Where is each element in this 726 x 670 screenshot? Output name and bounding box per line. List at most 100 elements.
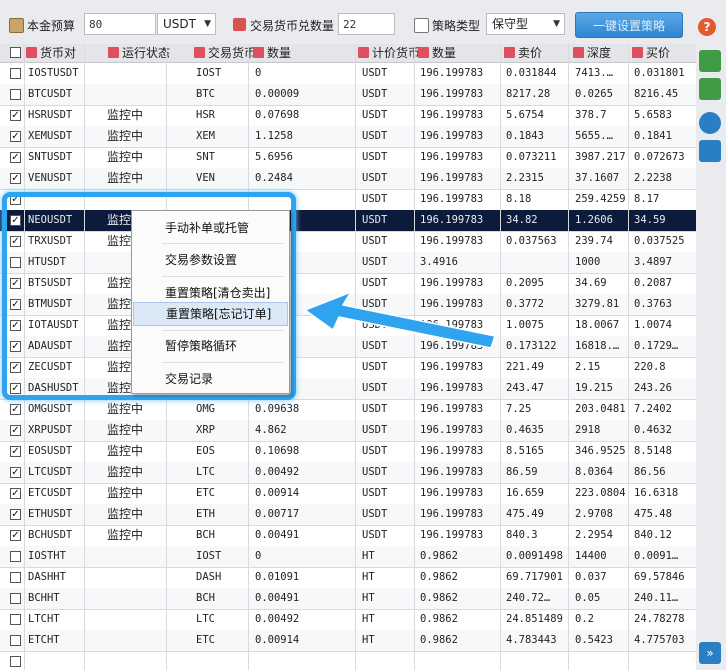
table-icon[interactable] <box>699 78 721 100</box>
qty-cell: 0.07698 <box>255 109 300 121</box>
table-row[interactable]: ✓ OMGUSDT 监控中 OMG 0.09638 USDT 196.199783 7.25 2… <box>0 399 696 421</box>
row-checkbox[interactable]: ✓ <box>10 131 21 142</box>
list-icon[interactable] <box>699 140 721 162</box>
table-row[interactable]: ✓ LTCUSDT 监控中 LTC 0.00492 USDT 196.199783 86.59… <box>0 462 696 484</box>
quote-qty-cell: 196.199783 <box>420 193 484 205</box>
budget-icon <box>9 18 24 33</box>
row-checkbox[interactable]: ✓ <box>10 425 21 436</box>
one-click-setup-button[interactable]: 一键设置策略 <box>575 12 683 38</box>
bid-cell: 5.6583 <box>634 109 672 121</box>
bid-cell: 0.4632 <box>634 424 672 436</box>
column-header[interactable]: 货币对 <box>26 44 76 62</box>
status-cell <box>107 609 187 630</box>
column-header[interactable]: 计价货币 <box>358 44 420 62</box>
depth-cell: 14400 <box>575 550 607 562</box>
depth-cell: 2918 <box>575 424 601 436</box>
quote-cell: USDT <box>362 214 388 226</box>
table-row[interactable]: DASHHT DASH 0.01091 HT 0.9862 69.717901 0.037 6… <box>0 567 696 589</box>
status-cell: 监控中 <box>107 171 144 185</box>
menu-item-trade-params[interactable]: 交易参数设置 <box>133 248 288 272</box>
column-header[interactable]: 运行状态 <box>108 44 170 62</box>
row-checkbox[interactable]: ✓ <box>10 446 21 457</box>
info-icon[interactable] <box>699 112 721 134</box>
table-row[interactable]: ✓ EOSUSDT 监控中 EOS 0.10698 USDT 196.199783 8.516… <box>0 441 696 463</box>
expand-icon[interactable]: » <box>699 642 721 664</box>
table-row[interactable]: ✓ XRPUSDT 监控中 XRP 4.862 USDT 196.199783 0.4635 2… <box>0 420 696 442</box>
row-checkbox[interactable] <box>10 656 21 667</box>
column-header[interactable]: 数量 <box>418 44 456 62</box>
row-checkbox[interactable] <box>10 614 21 625</box>
column-header[interactable]: 卖价 <box>504 44 542 62</box>
table-row[interactable]: ETCHT ETC 0.00914 HT 0.9862 4.783443 0.5423 4.7… <box>0 630 696 652</box>
row-checkbox[interactable]: ✓ <box>10 530 21 541</box>
table-row[interactable] <box>0 651 696 670</box>
coin-count-input[interactable]: 22 <box>338 13 395 35</box>
coin-cell: BTC <box>196 88 215 100</box>
help-icon[interactable]: ? <box>698 18 716 36</box>
table-row[interactable]: IOSTHT IOST 0 HT 0.9862 0.0091498 14400 0.0091… <box>0 546 696 568</box>
column-icon <box>573 47 584 58</box>
row-checkbox[interactable]: ✓ <box>10 509 21 520</box>
table-row[interactable]: ✓ SNTUSDT 监控中 SNT 5.6956 USDT 196.199783 0.0732… <box>0 147 696 169</box>
column-header[interactable]: 交易货币 <box>194 44 256 62</box>
context-menu: 手动补单或托管 交易参数设置 重置策略[清仓卖出] 重置策略[忘记订单] 暂停策… <box>131 210 290 394</box>
currency-select[interactable]: USDT ▼ <box>157 13 216 35</box>
row-checkbox[interactable] <box>10 635 21 646</box>
bid-cell: 24.78278 <box>634 613 685 625</box>
column-icon <box>358 47 369 58</box>
table-row[interactable]: ✓ XEMUSDT 监控中 XEM 1.1258 USDT 196.199783 0.1843… <box>0 126 696 148</box>
quote-cell: USDT <box>362 361 388 373</box>
coin-cell: ETC <box>196 634 215 646</box>
pair-cell: XRPUSDT <box>28 424 73 436</box>
table-row[interactable]: ✓ HSRUSDT 监控中 HSR 0.07698 USDT 196.199783 5.675… <box>0 105 696 127</box>
select-all-checkbox[interactable] <box>10 47 21 58</box>
depth-cell: 2.2954 <box>575 529 613 541</box>
capital-input[interactable]: 80 <box>84 13 156 35</box>
bid-cell: 220.8 <box>634 361 666 373</box>
column-header[interactable]: 买价 <box>632 44 670 62</box>
status-cell: 监控中 <box>107 465 144 479</box>
pair-cell: DASHHT <box>28 571 66 583</box>
chevron-down-icon: ▼ <box>553 19 560 29</box>
row-checkbox[interactable] <box>10 68 21 79</box>
row-checkbox[interactable] <box>10 551 21 562</box>
menu-item-trade-history[interactable]: 交易记录 <box>133 367 288 391</box>
quote-qty-cell: 196.199783 <box>420 529 484 541</box>
row-checkbox[interactable]: ✓ <box>10 467 21 478</box>
menu-item-reset-forget-orders[interactable]: 重置策略[忘记订单] <box>133 302 288 326</box>
row-checkbox[interactable]: ✓ <box>10 488 21 499</box>
row-checkbox[interactable]: ✓ <box>10 404 21 415</box>
chart-icon[interactable] <box>699 50 721 72</box>
qty-cell: 0.00717 <box>255 508 300 520</box>
row-checkbox[interactable]: ✓ <box>10 173 21 184</box>
chevron-down-icon: ▼ <box>204 19 211 29</box>
menu-item-pause-loop[interactable]: 暂停策略循环 <box>133 334 288 358</box>
table-row[interactable]: BCHHT BCH 0.00491 HT 0.9862 240.72… 0.05 240.11… <box>0 588 696 610</box>
table-row[interactable]: IOSTUSDT IOST 0 USDT 196.199783 0.031844 7413.… <box>0 63 696 85</box>
menu-item-manual-order[interactable]: 手动补单或托管 <box>133 216 288 240</box>
column-header[interactable]: 数量 <box>253 44 291 62</box>
row-checkbox[interactable] <box>10 572 21 583</box>
column-header-label: 运行状态 <box>122 46 171 60</box>
table-row[interactable]: LTCHT LTC 0.00492 HT 0.9862 24.851489 0.2 24.78… <box>0 609 696 631</box>
table-row[interactable]: ✓ ETHUSDT 监控中 ETH 0.00717 USDT 196.199783 475.4… <box>0 504 696 526</box>
table-row[interactable]: ✓ BCHUSDT 监控中 BCH 0.00491 USDT 196.199783 840.3… <box>0 525 696 547</box>
quote-cell: USDT <box>362 445 388 457</box>
table-row[interactable]: ✓ ETCUSDT 监控中 ETC 0.00914 USDT 196.199783 16.65… <box>0 483 696 505</box>
depth-cell: 223.0804 <box>575 487 626 499</box>
row-checkbox[interactable] <box>10 89 21 100</box>
column-header[interactable]: 深度 <box>573 44 611 62</box>
ask-cell: 4.783443 <box>506 634 557 646</box>
row-checkbox[interactable]: ✓ <box>10 152 21 163</box>
row-checkbox[interactable] <box>10 593 21 604</box>
quote-cell: HT <box>362 571 375 583</box>
quote-qty-cell: 196.199783 <box>420 277 484 289</box>
strategy-type-select[interactable]: 保守型 ▼ <box>486 13 565 35</box>
column-icon <box>418 47 429 58</box>
column-divider <box>628 44 629 670</box>
table-row[interactable]: BTCUSDT BTC 0.00009 USDT 196.199783 8217.28 0.… <box>0 84 696 106</box>
table-row[interactable]: ✓ VENUSDT 监控中 VEN 0.2484 USDT 196.199783 2.2315… <box>0 168 696 190</box>
pair-cell: EOSUSDT <box>28 445 73 457</box>
row-checkbox[interactable]: ✓ <box>10 110 21 121</box>
depth-cell: 1000 <box>575 256 601 268</box>
